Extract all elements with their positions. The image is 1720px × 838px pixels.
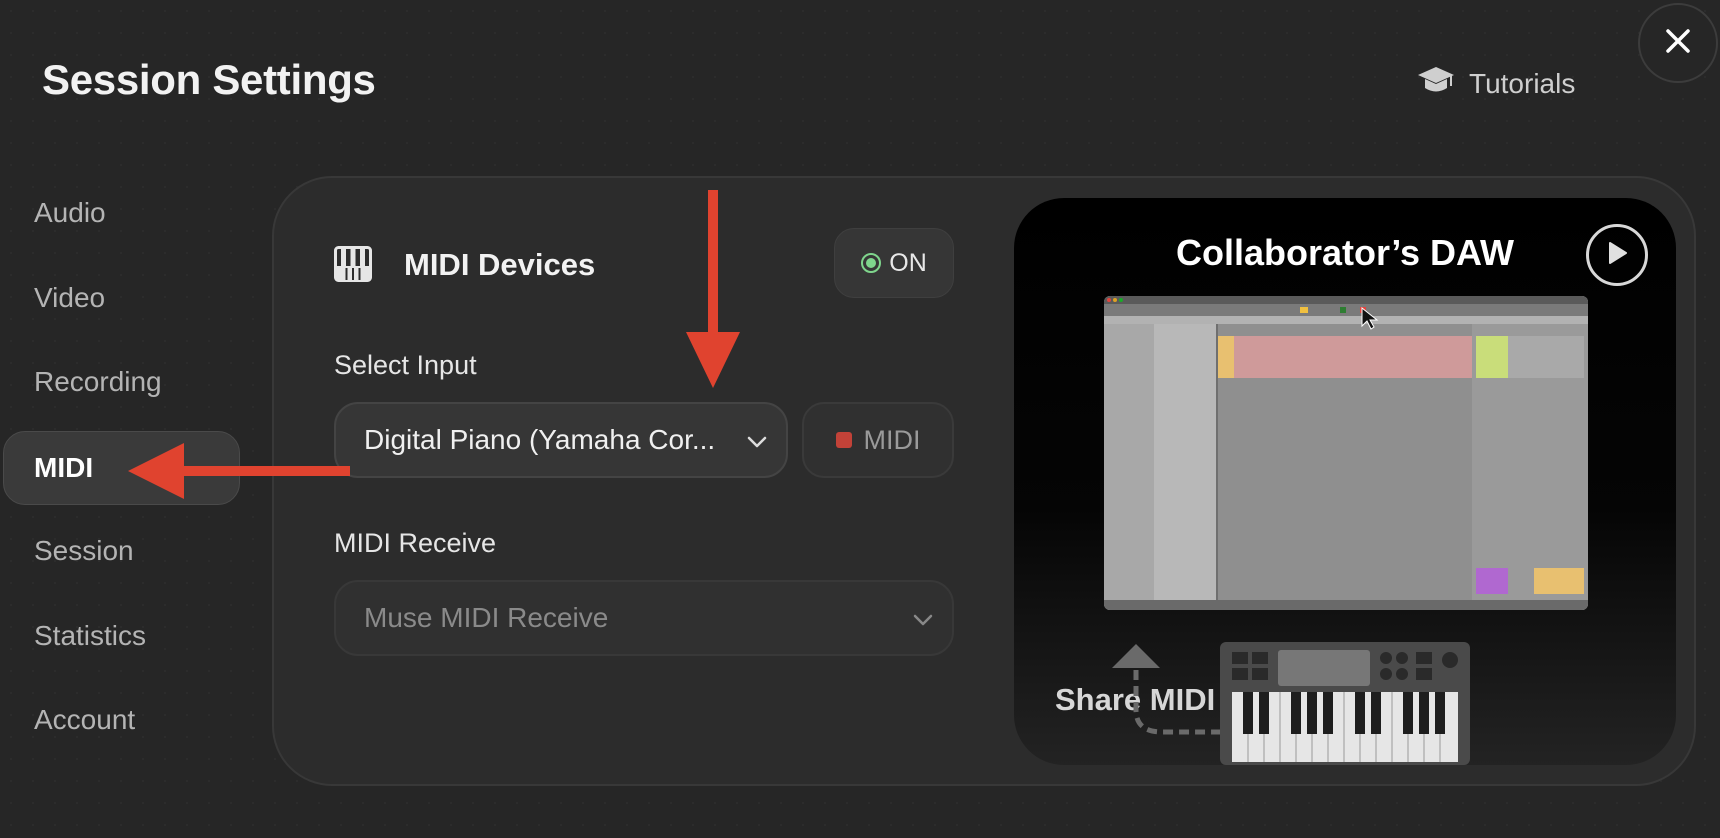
graduation-cap-icon [1417, 64, 1455, 103]
sidebar-item-midi[interactable]: MIDI [3, 431, 240, 505]
midi-receive-value: Muse MIDI Receive [364, 602, 609, 633]
play-icon [1605, 240, 1629, 271]
close-button[interactable] [1638, 3, 1718, 83]
midi-input-activity-button[interactable]: MIDI [802, 402, 954, 478]
sidebar-item-session[interactable]: Session [34, 535, 134, 567]
chevron-down-icon [912, 602, 934, 634]
midi-receive-select[interactable]: Muse MIDI Receive [334, 580, 954, 656]
sidebar-item-recording[interactable]: Recording [34, 366, 162, 398]
sidebar-item-account[interactable]: Account [34, 704, 135, 736]
chevron-down-icon [746, 424, 768, 456]
sidebar-item-video[interactable]: Video [34, 282, 105, 314]
play-video-button[interactable] [1586, 224, 1648, 286]
close-icon [1664, 27, 1692, 60]
page-title: Session Settings [42, 56, 376, 103]
tutorials-button[interactable]: Tutorials [1417, 64, 1575, 103]
toggle-on-indicator-icon [861, 253, 882, 273]
midi-input-value: Digital Piano (Yamaha Cor... [364, 424, 716, 455]
midi-receive-label: MIDI Receive [334, 528, 497, 558]
keyboard-controller-icon [1218, 640, 1472, 770]
daw-screenshot [1104, 296, 1588, 610]
share-arrow-icon [1110, 640, 1230, 745]
toggle-label: ON [889, 248, 927, 277]
tutorials-label: Tutorials [1469, 67, 1576, 99]
midi-devices-toggle[interactable]: ON [834, 228, 954, 298]
sidebar-item-audio[interactable]: Audio [34, 197, 106, 229]
midi-button-label: MIDI [863, 424, 921, 455]
select-input-label: Select Input [334, 350, 477, 380]
record-square-icon [835, 432, 852, 448]
collaborator-daw-title: Collaborator’s DAW [1175, 232, 1515, 273]
piano-keys-icon [334, 246, 372, 287]
sidebar-item-statistics[interactable]: Statistics [34, 620, 146, 652]
midi-devices-title: MIDI Devices [404, 247, 596, 282]
midi-input-select[interactable]: Digital Piano (Yamaha Cor... [334, 402, 788, 478]
